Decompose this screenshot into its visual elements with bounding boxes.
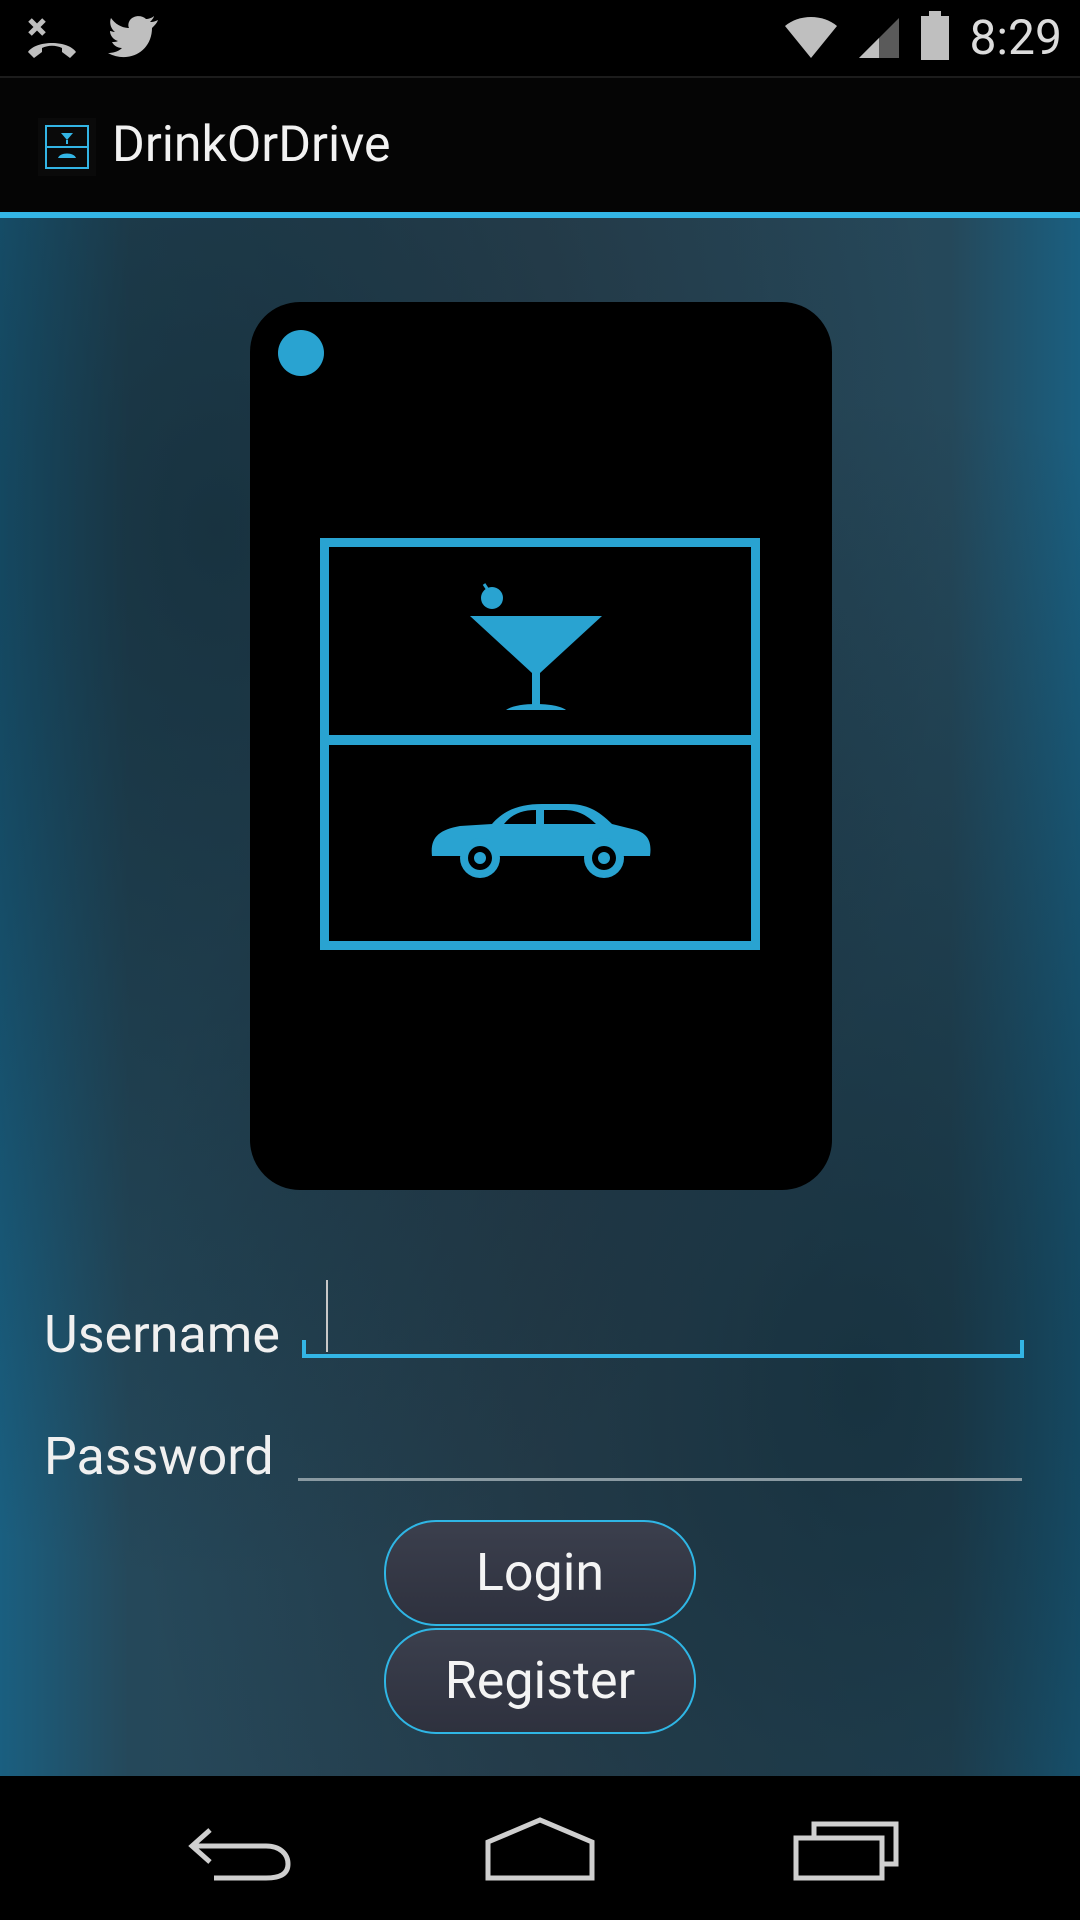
status-bar: 8:29 <box>0 0 1080 78</box>
text-cursor <box>326 1280 328 1352</box>
signal-icon <box>857 12 901 64</box>
back-icon[interactable] <box>180 1816 300 1886</box>
cocktail-icon <box>470 583 602 710</box>
drink-or-drive-logo <box>320 538 760 950</box>
login-screen: Username Password Login Register <box>0 218 1080 1776</box>
car-icon <box>431 804 651 878</box>
app-title: DrinkOrDrive <box>112 116 391 174</box>
username-input[interactable] <box>302 1280 1024 1358</box>
password-input[interactable] <box>298 1418 1022 1481</box>
username-label: Username <box>44 1304 280 1365</box>
twitter-icon <box>108 12 160 64</box>
home-icon[interactable] <box>480 1816 600 1886</box>
recents-icon[interactable] <box>790 1816 910 1886</box>
logo-card <box>250 302 832 1190</box>
login-button[interactable]: Login <box>384 1520 696 1626</box>
logo-dot <box>278 330 324 376</box>
register-button[interactable]: Register <box>384 1628 696 1734</box>
app-logo-icon[interactable] <box>38 118 96 176</box>
battery-icon <box>919 11 951 65</box>
system-icons: 8:29 <box>783 8 1062 68</box>
clock: 8:29 <box>969 9 1062 66</box>
action-bar: DrinkOrDrive <box>0 78 1080 218</box>
password-label: Password <box>44 1426 274 1487</box>
navigation-bar <box>0 1776 1080 1920</box>
missed-call-icon <box>24 12 80 64</box>
wifi-icon <box>783 12 839 64</box>
notification-icons <box>24 12 160 64</box>
